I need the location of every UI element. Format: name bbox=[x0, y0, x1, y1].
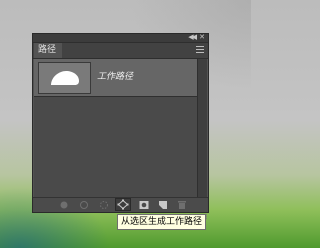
load-as-selection-icon bbox=[100, 201, 108, 209]
paths-panel: ◀◀ ✕ 路径 工作路径 bbox=[32, 33, 209, 221]
fill-path-icon bbox=[60, 201, 68, 209]
tooltip: 从选区生成工作路径 bbox=[117, 214, 207, 230]
panel-top-bar: ◀◀ ✕ bbox=[33, 33, 208, 43]
delete-path-button[interactable] bbox=[175, 199, 189, 211]
panel-tab-row: 路径 bbox=[33, 43, 208, 59]
cloud-shape-icon bbox=[51, 71, 79, 85]
stroke-path-icon bbox=[80, 201, 88, 209]
paths-list: 工作路径 bbox=[34, 59, 197, 197]
resize-grip-icon[interactable] bbox=[200, 205, 208, 221]
path-item-work-path[interactable]: 工作路径 bbox=[34, 59, 197, 97]
path-name: 工作路径 bbox=[97, 72, 134, 82]
delete-path-icon bbox=[178, 201, 186, 209]
add-mask-button[interactable] bbox=[137, 199, 151, 211]
add-mask-icon bbox=[139, 201, 149, 209]
load-as-selection-button[interactable] bbox=[97, 199, 111, 211]
new-path-button[interactable] bbox=[156, 199, 170, 211]
panel-bottom-toolbar bbox=[33, 197, 208, 221]
tab-paths[interactable]: 路径 bbox=[34, 43, 63, 58]
scrollbar[interactable] bbox=[197, 59, 207, 197]
path-thumbnail bbox=[38, 62, 91, 94]
new-path-icon bbox=[159, 201, 167, 209]
fill-path-button[interactable] bbox=[57, 199, 71, 211]
double-chevron-icon[interactable]: ◀◀ bbox=[188, 33, 197, 42]
close-icon[interactable]: ✕ bbox=[199, 33, 205, 42]
make-work-path-button[interactable] bbox=[115, 198, 131, 211]
panel-menu-icon[interactable] bbox=[196, 46, 204, 54]
stroke-path-button[interactable] bbox=[77, 199, 91, 211]
make-work-path-icon bbox=[117, 199, 129, 210]
